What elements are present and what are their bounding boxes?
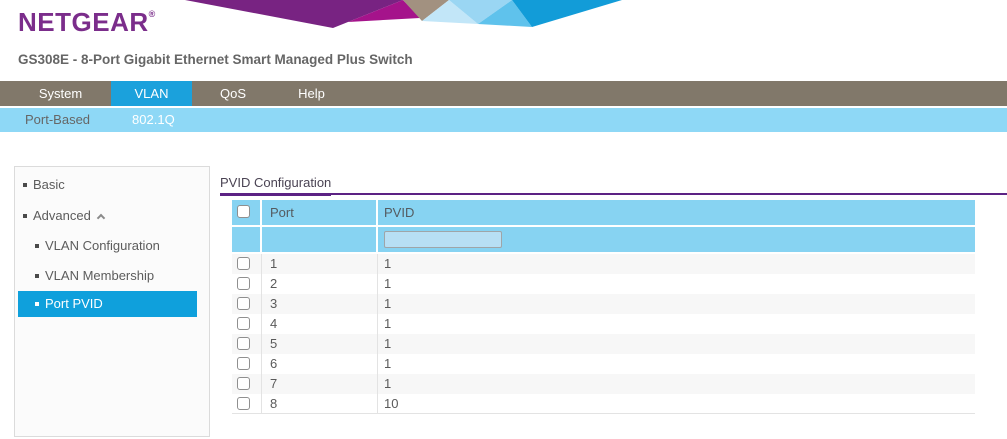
table-row: 1 1	[232, 254, 975, 274]
bullet-icon	[35, 302, 39, 306]
tab-vlan[interactable]: VLAN	[111, 81, 192, 106]
sidebar-item-vlan-configuration[interactable]: VLAN Configuration	[15, 238, 209, 254]
column-header-port: Port	[262, 200, 378, 225]
pvid-cell: 1	[378, 314, 975, 334]
pvid-table: Port PVID 1 1 2 1 3 1 4 1 5 1 6 1	[232, 200, 975, 414]
pvid-cell: 1	[378, 374, 975, 394]
port-cell: 5	[262, 334, 378, 354]
sidebar-item-label: Port PVID	[45, 296, 103, 311]
table-row: 3 1	[232, 294, 975, 314]
sidebar-item-advanced[interactable]: Advanced	[15, 208, 209, 224]
table-header-row: Port PVID	[232, 200, 975, 225]
bullet-icon	[23, 214, 27, 218]
sidebar-item-label: VLAN Configuration	[45, 238, 160, 253]
port-cell: 1	[262, 254, 378, 274]
row-checkbox[interactable]	[237, 337, 250, 350]
sidebar-item-label: Advanced	[33, 208, 91, 223]
pvid-cell: 10	[378, 394, 975, 413]
pvid-cell: 1	[378, 274, 975, 294]
table-row: 8 10	[232, 394, 975, 414]
port-cell: 8	[262, 394, 378, 413]
port-cell: 6	[262, 354, 378, 374]
netgear-logo: NETGEAR®	[18, 7, 156, 38]
port-cell: 3	[262, 294, 378, 314]
tab-system[interactable]: System	[13, 81, 108, 106]
vlan-subnav: Port-Based 802.1Q	[0, 108, 1007, 132]
pvid-input[interactable]	[384, 231, 502, 248]
port-cell: 4	[262, 314, 378, 334]
tab-qos[interactable]: QoS	[195, 81, 271, 106]
port-cell: 7	[262, 374, 378, 394]
row-checkbox[interactable]	[237, 277, 250, 290]
section-title: PVID Configuration	[220, 175, 331, 196]
sidebar-item-port-pvid[interactable]: Port PVID	[18, 291, 197, 317]
row-checkbox[interactable]	[237, 317, 250, 330]
chevron-up-icon	[97, 214, 105, 222]
tab-help[interactable]: Help	[274, 81, 349, 106]
table-row: 7 1	[232, 374, 975, 394]
pvid-cell: 1	[378, 334, 975, 354]
select-all-cell	[232, 200, 262, 225]
row-checkbox[interactable]	[237, 397, 250, 410]
table-edit-row	[232, 227, 975, 252]
section-header: PVID Configuration	[220, 175, 1007, 195]
row-checkbox[interactable]	[237, 257, 250, 270]
bullet-icon	[23, 183, 27, 187]
registered-trademark-symbol: ®	[149, 9, 156, 19]
table-row: 2 1	[232, 274, 975, 294]
main-navbar: System VLAN QoS Help	[0, 81, 1007, 106]
subnav-item-8021q[interactable]: 802.1Q	[132, 108, 175, 132]
pvid-cell: 1	[378, 354, 975, 374]
bullet-icon	[35, 244, 39, 248]
sidebar: Basic Advanced VLAN Configuration VLAN M…	[14, 166, 210, 437]
row-checkbox[interactable]	[237, 357, 250, 370]
table-row: 5 1	[232, 334, 975, 354]
row-checkbox[interactable]	[237, 377, 250, 390]
netgear-logo-text: NETGEAR	[18, 7, 149, 37]
sidebar-item-vlan-membership[interactable]: VLAN Membership	[15, 268, 209, 284]
table-row: 4 1	[232, 314, 975, 334]
pvid-cell: 1	[378, 254, 975, 274]
table-row: 6 1	[232, 354, 975, 374]
select-all-checkbox[interactable]	[237, 205, 250, 218]
port-cell: 2	[262, 274, 378, 294]
bullet-icon	[35, 274, 39, 278]
subnav-item-port-based[interactable]: Port-Based	[25, 108, 90, 132]
sidebar-item-basic[interactable]: Basic	[15, 177, 209, 193]
sidebar-item-label: VLAN Membership	[45, 268, 154, 283]
row-checkbox[interactable]	[237, 297, 250, 310]
pvid-cell: 1	[378, 294, 975, 314]
sidebar-item-label: Basic	[33, 177, 65, 192]
page-title: GS308E - 8-Port Gigabit Ethernet Smart M…	[18, 52, 413, 67]
column-header-pvid: PVID	[378, 200, 975, 225]
